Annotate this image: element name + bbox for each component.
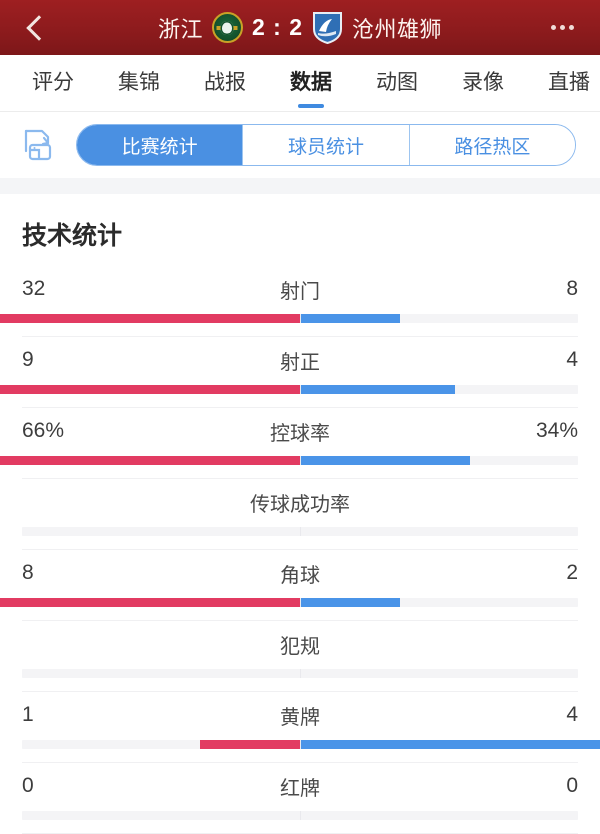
page-title: 技术统计 <box>22 222 123 250</box>
stat-bar-away <box>300 456 471 465</box>
stat-away-value: 8 <box>566 277 578 300</box>
stat-bar-away <box>300 598 401 607</box>
segment-player-stats[interactable]: 球员统计 <box>242 125 409 165</box>
stat-bar-home <box>199 740 300 749</box>
stat-label: 传球成功率 <box>250 493 350 516</box>
stat-row-pass-accuracy: 传球成功率 <box>22 479 578 550</box>
stat-row-yellow-cards: 1 黄牌 4 <box>22 692 600 763</box>
stat-bar <box>0 456 578 465</box>
stat-bar-away <box>300 314 401 323</box>
tab-label: 战报 <box>204 71 246 94</box>
segment-label: 比赛统计 <box>121 136 198 158</box>
tab-luxiang[interactable]: 录像 <box>440 55 526 111</box>
away-team-name: 沧州雄狮 <box>352 16 443 42</box>
stat-home-value: 8 <box>22 561 34 584</box>
stats-segmented-control: 比赛统计 球员统计 路径热区 <box>76 124 576 166</box>
tab-label: 评分 <box>32 71 74 94</box>
stat-label: 黄牌 <box>280 706 320 729</box>
stat-away-value: 34% <box>535 419 578 442</box>
stat-row-shots: 32 射门 8 <box>0 266 578 337</box>
stat-bar-away <box>300 740 600 749</box>
stat-label: 控球率 <box>270 422 330 445</box>
stat-bar <box>0 385 578 394</box>
segment-heatmap[interactable]: 路径热区 <box>408 125 575 165</box>
app-header: 浙江 2 : 2 沧州雄狮 <box>0 0 600 55</box>
section-tab-bar: 评分 集锦 战报 数据 动图 录像 直播 <box>0 55 600 111</box>
tab-label: 集锦 <box>118 71 160 94</box>
flip-page-icon[interactable] <box>18 125 58 165</box>
stats-mode-bar: 比赛统计 球员统计 路径热区 <box>0 112 600 178</box>
stat-home-value: 0 <box>22 774 34 797</box>
stat-away-value: 4 <box>566 703 578 726</box>
stat-label: 犯规 <box>280 635 320 658</box>
stat-bar <box>0 598 578 607</box>
technical-stats-panel: 技术统计 32 射门 8 9 射正 4 66% 控球率 34% 传球成功率 8 … <box>0 194 600 834</box>
stat-home-value: 66% <box>22 419 65 442</box>
stat-away-value: 2 <box>566 561 578 584</box>
stat-bar <box>22 669 578 678</box>
tab-label: 动图 <box>376 71 418 94</box>
stat-away-value: 0 <box>566 774 578 797</box>
stat-bar-home <box>0 598 300 607</box>
stat-bar-home <box>0 456 300 465</box>
back-button[interactable] <box>14 0 58 55</box>
stat-away-value: 4 <box>566 348 578 371</box>
stat-home-value: 9 <box>22 348 34 371</box>
segment-label: 球员统计 <box>287 136 364 158</box>
tab-zhibo[interactable]: 直播 <box>526 55 600 111</box>
more-options-icon[interactable] <box>540 0 584 55</box>
tab-label: 直播 <box>548 71 590 94</box>
tab-dongtu[interactable]: 动图 <box>354 55 440 111</box>
stat-row-possession: 66% 控球率 34% <box>0 408 578 479</box>
stat-bar-home <box>0 314 300 323</box>
stat-row-shots-on-target: 9 射正 4 <box>0 337 578 408</box>
tab-shuju[interactable]: 数据 <box>268 55 354 111</box>
tab-jijin[interactable]: 集锦 <box>96 55 182 111</box>
stat-row-corners: 8 角球 2 <box>0 550 578 621</box>
home-team-name: 浙江 <box>157 16 203 42</box>
zhejiang-crest-icon <box>211 12 243 43</box>
stat-bar <box>0 314 578 323</box>
stat-bar-home <box>0 385 300 394</box>
stat-label: 红牌 <box>280 777 320 800</box>
stat-label: 角球 <box>280 564 320 587</box>
stat-home-value: 1 <box>22 703 34 726</box>
cangzhou-crest-icon <box>312 11 343 44</box>
segment-label: 路径热区 <box>454 136 531 158</box>
stat-home-value: 32 <box>22 277 46 300</box>
tab-label: 数据 <box>290 71 332 94</box>
stat-bar <box>22 811 578 820</box>
stat-row-fouls: 犯规 <box>22 621 578 692</box>
match-score-summary[interactable]: 浙江 2 : 2 沧州雄狮 <box>158 11 442 44</box>
section-gap <box>0 178 600 194</box>
stat-bar-away <box>300 385 456 394</box>
stat-row-red-cards: 0 红牌 0 <box>22 763 578 834</box>
tab-label: 录像 <box>462 71 504 94</box>
stat-bar <box>22 527 578 536</box>
match-score: 2 : 2 <box>251 14 304 40</box>
stat-label: 射正 <box>280 351 320 374</box>
stat-label: 射门 <box>280 280 320 303</box>
tab-zhanbao[interactable]: 战报 <box>182 55 268 111</box>
tab-pingfen[interactable]: 评分 <box>10 55 96 111</box>
chevron-left-icon <box>25 14 52 41</box>
stat-bar <box>22 740 600 749</box>
segment-match-stats[interactable]: 比赛统计 <box>77 125 243 165</box>
